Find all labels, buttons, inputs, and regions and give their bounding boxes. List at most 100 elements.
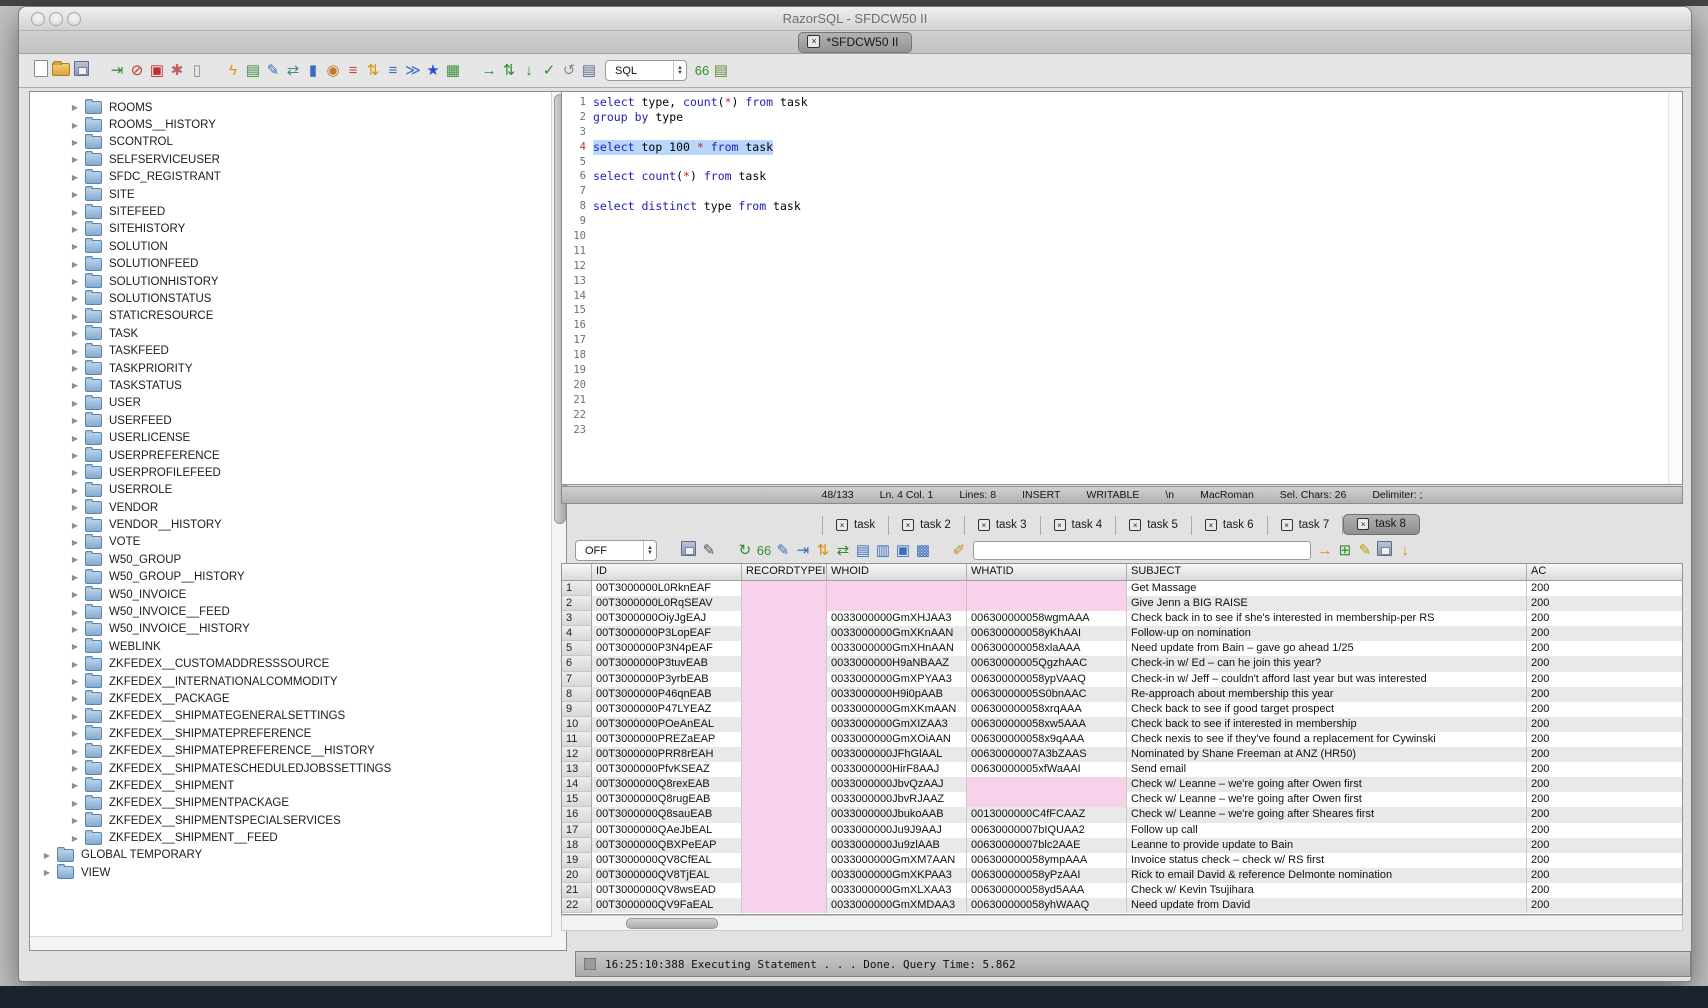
insert-row-icon[interactable]: ⇥ bbox=[793, 542, 813, 560]
disclosure-triangle-icon[interactable]: ▶ bbox=[70, 677, 80, 686]
table-cell[interactable]: 006300000058yPzAAI bbox=[967, 868, 1127, 883]
disclosure-triangle-icon[interactable]: ▶ bbox=[70, 225, 80, 234]
grid-header-cell[interactable]: WHOID bbox=[827, 564, 967, 580]
grid-header-cell[interactable] bbox=[562, 564, 592, 580]
table-cell[interactable]: 006300000058yKhAAI bbox=[967, 626, 1127, 641]
table-cell[interactable]: Check back in to see if she's interested… bbox=[1127, 611, 1527, 626]
limit-select[interactable]: OFF▲▼ bbox=[575, 540, 657, 561]
table-cell[interactable]: 00T3000000P47LYEAZ bbox=[592, 702, 742, 717]
disclosure-triangle-icon[interactable]: ▶ bbox=[70, 694, 80, 703]
close-tab-icon[interactable]: × bbox=[1129, 519, 1141, 531]
row-number-cell[interactable]: 8 bbox=[562, 687, 592, 702]
table-cell[interactable]: 006300000058yhWAAQ bbox=[967, 898, 1127, 913]
history-icon[interactable]: ▤ bbox=[579, 62, 599, 80]
table-cell[interactable]: Check w/ Leanne – we're going after Owen… bbox=[1127, 792, 1527, 807]
tree-item-table[interactable]: ▶W50_GROUP bbox=[30, 551, 551, 568]
table-cell[interactable]: 00630000007blc2AAE bbox=[967, 838, 1127, 853]
tree-item-table[interactable]: ▶VOTE bbox=[30, 534, 551, 551]
table-cell[interactable] bbox=[742, 853, 827, 868]
table-cell[interactable]: 0033000000GmXKnAAN bbox=[827, 626, 967, 641]
tree-item-table[interactable]: ▶USERFEED bbox=[30, 412, 551, 429]
table-cell[interactable]: 200 bbox=[1527, 656, 1682, 671]
table-cell[interactable]: 006300000058xrqAAA bbox=[967, 702, 1127, 717]
table-cell[interactable]: Need update from Bain – gave go ahead 1/… bbox=[1127, 641, 1527, 656]
tree-item-table[interactable]: ▶TASKFEED bbox=[30, 342, 551, 359]
table-cell[interactable]: 006300000058wgmAAA bbox=[967, 611, 1127, 626]
table-cell[interactable]: 200 bbox=[1527, 732, 1682, 747]
table-cell[interactable]: 006300000058ypVAAQ bbox=[967, 672, 1127, 687]
connections-icon[interactable]: 66 bbox=[693, 62, 711, 80]
tree-item-table[interactable]: ▶WEBLINK bbox=[30, 638, 551, 655]
table-cell[interactable]: 00630000007A3bZAAS bbox=[967, 747, 1127, 762]
row-number-cell[interactable]: 21 bbox=[562, 883, 592, 898]
result-tab[interactable]: ×task 6 bbox=[1192, 516, 1268, 535]
table-cell[interactable]: 200 bbox=[1527, 747, 1682, 762]
grid-header-cell[interactable]: AC bbox=[1527, 564, 1682, 580]
tree-item-table[interactable]: ▶ZKFEDEX__SHIPMATEGENERALSETTINGS bbox=[30, 708, 551, 725]
table-cell[interactable]: 00T3000000L0RqSEAV bbox=[592, 596, 742, 611]
import-file-icon[interactable]: ⇥ bbox=[107, 62, 127, 80]
table-cell[interactable] bbox=[742, 641, 827, 656]
format-sql-icon[interactable]: ≡ bbox=[383, 62, 403, 80]
table-cell[interactable] bbox=[742, 868, 827, 883]
tree-item-table[interactable]: ▶ZKFEDEX__SHIPMATEPREFERENCE bbox=[30, 725, 551, 742]
disclosure-triangle-icon[interactable]: ▶ bbox=[70, 103, 80, 112]
tree-item-table[interactable]: ▶W50_INVOICE bbox=[30, 586, 551, 603]
table-cell[interactable]: 00T3000000QAeJbEAL bbox=[592, 823, 742, 838]
table-cell[interactable]: 200 bbox=[1527, 702, 1682, 717]
table-cell[interactable] bbox=[967, 596, 1127, 611]
disclosure-triangle-icon[interactable]: ▶ bbox=[70, 799, 80, 808]
row-number-cell[interactable]: 19 bbox=[562, 853, 592, 868]
execute-all-icon[interactable]: ⇅ bbox=[499, 62, 519, 80]
result-tab[interactable]: ×task 5 bbox=[1116, 516, 1192, 535]
table-cell[interactable]: 0033000000GmXKmAAN bbox=[827, 702, 967, 717]
disclosure-triangle-icon[interactable]: ▶ bbox=[70, 260, 80, 269]
table-cell[interactable] bbox=[742, 823, 827, 838]
disclosure-triangle-icon[interactable]: ▶ bbox=[70, 625, 80, 634]
table-cell[interactable]: 00630000005QgzhAAC bbox=[967, 656, 1127, 671]
tree-item-table[interactable]: ▶VENDOR__HISTORY bbox=[30, 516, 551, 533]
row-number-cell[interactable]: 15 bbox=[562, 792, 592, 807]
disclosure-triangle-icon[interactable]: ▶ bbox=[70, 538, 80, 547]
table-cell[interactable]: 00T3000000Q8rexEAB bbox=[592, 777, 742, 792]
table-cell[interactable]: 00T3000000QV8TjEAL bbox=[592, 868, 742, 883]
table-cell[interactable]: 200 bbox=[1527, 596, 1682, 611]
disclosure-triangle-icon[interactable]: ▶ bbox=[70, 138, 80, 147]
row-number-cell[interactable]: 12 bbox=[562, 747, 592, 762]
table-cell[interactable] bbox=[742, 777, 827, 792]
view-row-icon[interactable]: 66 bbox=[755, 542, 773, 560]
sort-rows-icon[interactable]: ⇅ bbox=[813, 542, 833, 560]
sort-asc-icon[interactable]: ⇅ bbox=[363, 62, 383, 80]
disclosure-triangle-icon[interactable]: ▶ bbox=[70, 816, 80, 825]
form-view-icon[interactable]: ▥ bbox=[873, 542, 893, 560]
table-cell[interactable] bbox=[742, 732, 827, 747]
edit-cell-icon[interactable]: ✎ bbox=[773, 542, 793, 560]
sql-editor[interactable]: 1select type, count(*) from task2group b… bbox=[561, 91, 1683, 485]
tree-item-table[interactable]: ▶ZKFEDEX__SHIPMENTSPECIALSERVICES bbox=[30, 812, 551, 829]
language-select[interactable]: SQL▲▼ bbox=[605, 60, 687, 81]
result-tab[interactable]: ×task bbox=[822, 516, 889, 535]
save-grid-icon[interactable] bbox=[1377, 541, 1392, 556]
row-number-cell[interactable]: 20 bbox=[562, 868, 592, 883]
fetch-more-icon[interactable]: ↓ bbox=[1395, 542, 1415, 560]
tree-item-table[interactable]: ▶SOLUTIONHISTORY bbox=[30, 273, 551, 290]
tree-item-table[interactable]: ▶SOLUTIONSTATUS bbox=[30, 290, 551, 307]
table-cell[interactable] bbox=[967, 777, 1127, 792]
disclosure-triangle-icon[interactable]: ▶ bbox=[70, 364, 80, 373]
row-number-cell[interactable]: 7 bbox=[562, 672, 592, 687]
disclosure-triangle-icon[interactable]: ▶ bbox=[70, 399, 80, 408]
disclosure-triangle-icon[interactable]: ▶ bbox=[70, 329, 80, 338]
disclosure-triangle-icon[interactable]: ▶ bbox=[70, 555, 80, 564]
tree-item-root[interactable]: ▶VIEW bbox=[30, 864, 551, 881]
table-cell[interactable]: 200 bbox=[1527, 898, 1682, 913]
tree-item-table[interactable]: ▶VENDOR bbox=[30, 499, 551, 516]
edit-grid-icon[interactable]: ✎ bbox=[699, 542, 719, 560]
disclosure-triangle-icon[interactable]: ▶ bbox=[70, 573, 80, 582]
result-tab[interactable]: ×task 7 bbox=[1268, 516, 1344, 535]
notes-icon[interactable]: ✎ bbox=[1355, 542, 1375, 560]
blank-buffer-icon[interactable]: ▯ bbox=[187, 62, 207, 80]
table-cell[interactable] bbox=[742, 702, 827, 717]
row-number-cell[interactable]: 13 bbox=[562, 762, 592, 777]
row-number-cell[interactable]: 2 bbox=[562, 596, 592, 611]
table-cell[interactable] bbox=[742, 672, 827, 687]
